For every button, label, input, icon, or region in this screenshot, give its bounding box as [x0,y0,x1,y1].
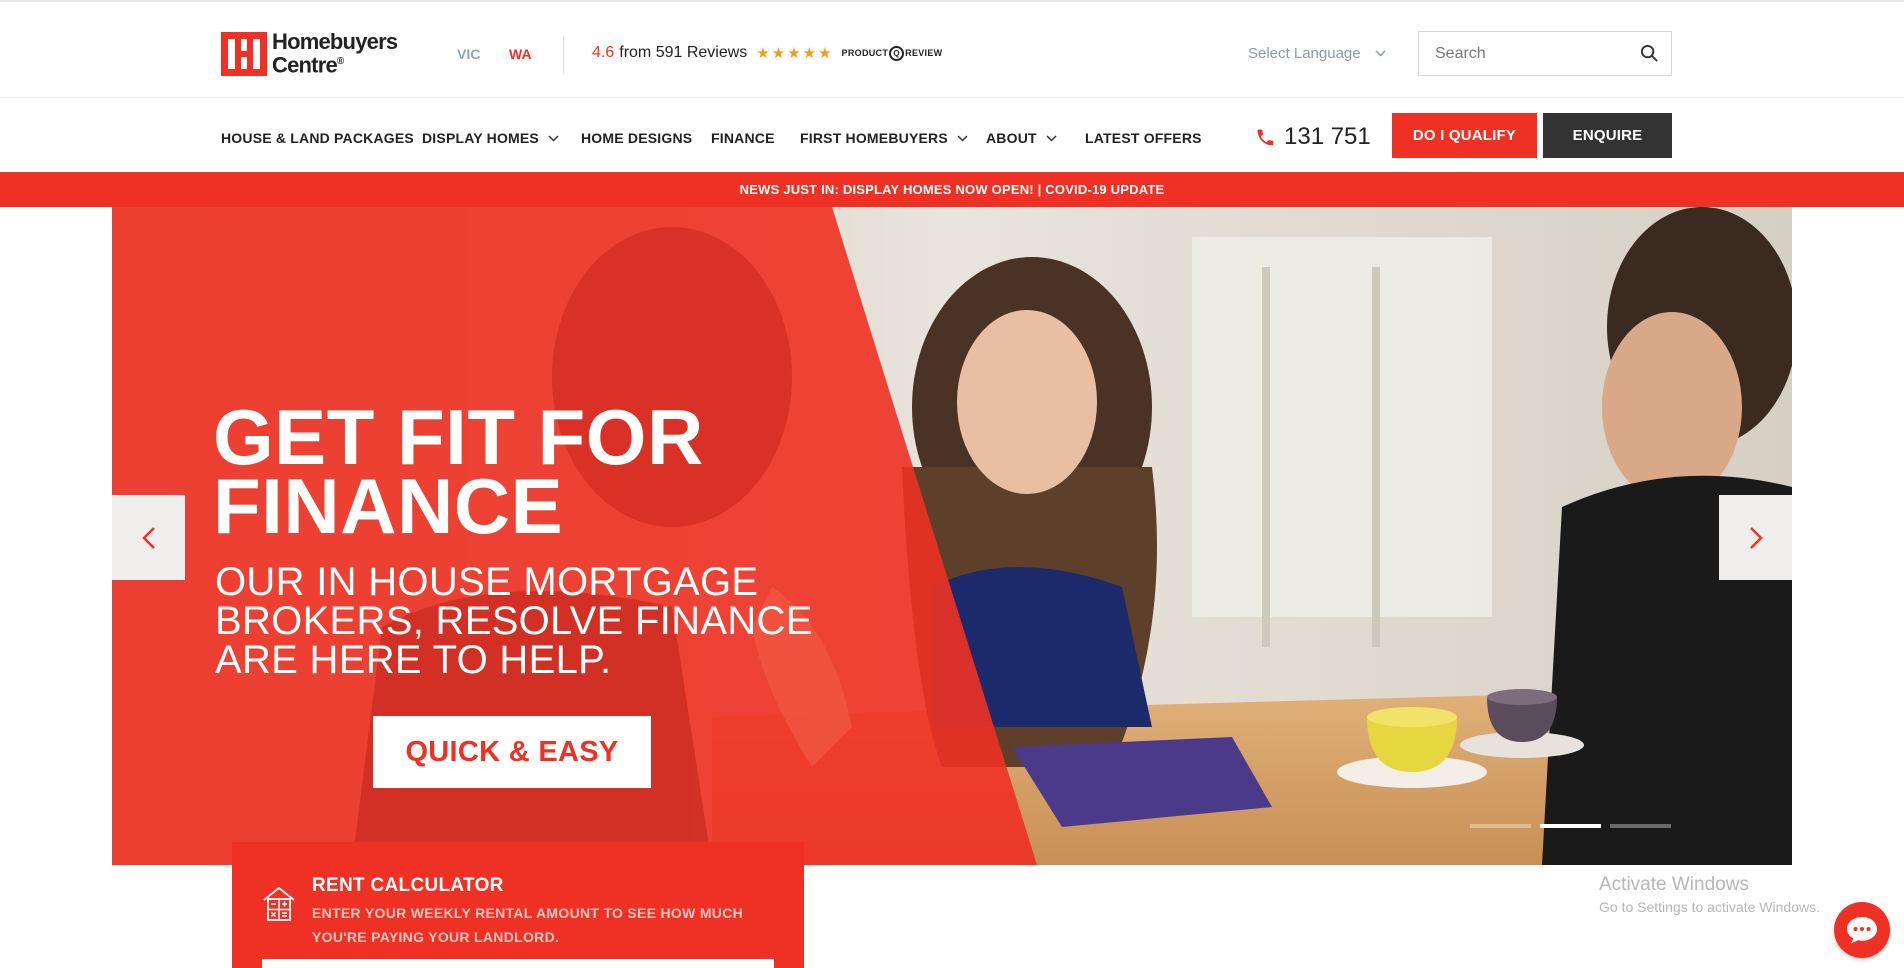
hero-subtitle: OUR IN HOUSE MORTGAGE BROKERS, RESOLVE F… [215,560,813,682]
rent-calculator-description: ENTER YOUR WEEKLY RENTAL AMOUNT TO SEE H… [312,905,744,945]
do-i-qualify-button[interactable]: DO I QUALIFY [1392,113,1537,158]
slider-dot[interactable] [1470,824,1531,828]
search-box [1418,31,1672,76]
productreview-logo: PRODUCT Q REVIEW [842,45,943,61]
phone-number: 131 751 [1284,123,1371,150]
search-input[interactable] [1419,32,1629,75]
top-bar: Homebuyers Centre® VIC WA 4.6 from 591 R… [0,2,1904,98]
weekly-rent-input[interactable] [262,959,774,968]
divider [563,36,564,74]
chevron-down-icon [957,134,968,142]
nav-item-about[interactable]: ABOUT [986,130,1057,146]
slider-dots [1470,824,1680,828]
main-nav: HOUSE & LAND PACKAGES DISPLAY HOMES HOME… [0,99,1904,172]
nav-item-display-homes[interactable]: DISPLAY HOMES [422,130,559,146]
chat-button[interactable] [1834,902,1890,958]
phone-icon [1257,129,1274,145]
chat-icon [1847,917,1877,944]
nav-item-finance[interactable]: FINANCE [711,130,775,146]
slider-dot-active[interactable] [1540,824,1601,828]
news-banner-text: NEWS JUST IN: DISPLAY HOMES NOW OPEN! | … [739,182,1165,197]
quick-easy-button[interactable]: QUICK & EASY [373,716,651,788]
search-icon[interactable] [1640,44,1659,63]
windows-activation-watermark: Activate Windows Go to Settings to activ… [1599,874,1820,915]
enquire-button[interactable]: ENQUIRE [1543,113,1672,158]
nav-item-first-homebuyers[interactable]: FIRST HOMEBUYERS [800,130,968,146]
calculator-house-icon [263,886,295,921]
rating-score: 4.6 [592,44,615,61]
review-rating[interactable]: 4.6 from 591 Reviews ★★★★★ PRODUCT Q REVIE… [592,44,942,62]
language-select[interactable]: Select Language [1248,45,1386,62]
chevron-right-icon [1749,526,1763,549]
logo-mark-icon [221,32,267,76]
chevron-down-icon [1046,134,1057,142]
slider-prev-button[interactable] [112,495,185,580]
phone-link[interactable]: 131 751 [1255,123,1371,151]
language-select-label: Select Language [1248,45,1361,62]
rating-count: from 591 Reviews [619,44,748,61]
slider-next-button[interactable] [1719,495,1792,580]
hero-slider: GET FIT FOR FINANCE OUR IN HOUSE MORTGAG… [112,207,1792,865]
brand-logo[interactable]: Homebuyers Centre® [221,29,398,78]
rent-calculator: RENT CALCULATOR ENTER YOUR WEEKLY RENTAL… [232,842,804,968]
nav-item-latest-offers[interactable]: LATEST OFFERS [1085,130,1202,146]
news-banner[interactable]: NEWS JUST IN: DISPLAY HOMES NOW OPEN! | … [0,172,1904,207]
slider-dot[interactable] [1610,824,1671,828]
logo-text: Homebuyers Centre® [272,29,398,78]
rent-calculator-title: RENT CALCULATOR [312,875,504,896]
chevron-left-icon [141,526,155,549]
state-link-vic[interactable]: VIC [457,46,480,62]
nav-item-home-designs[interactable]: HOME DESIGNS [581,130,692,146]
chevron-down-icon [1375,50,1386,57]
chevron-down-icon [548,134,559,142]
state-link-wa[interactable]: WA [509,46,532,62]
nav-item-house-land-packages[interactable]: HOUSE & LAND PACKAGES [221,130,414,146]
rating-stars-icon: ★★★★★ [756,45,834,62]
hero-title: GET FIT FOR FINANCE [213,393,704,550]
